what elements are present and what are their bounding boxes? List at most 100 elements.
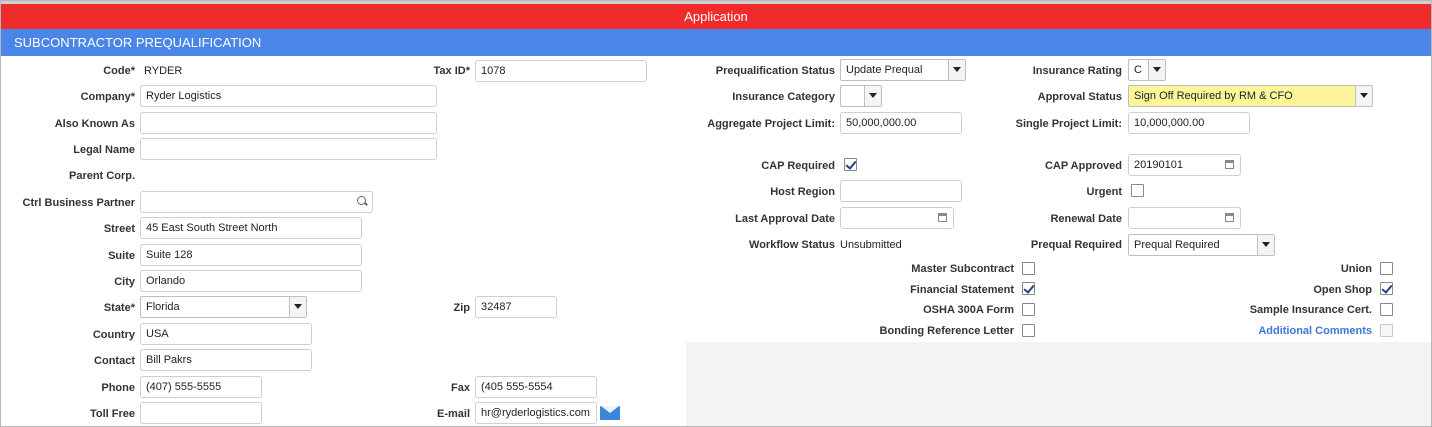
prequal-required-value: Prequal Required [1134, 239, 1220, 251]
aggregate-limit-label: Aggregate Project Limit: [707, 118, 835, 130]
toll-free-input[interactable] [140, 402, 262, 424]
osha-form-checkbox[interactable] [1022, 303, 1035, 316]
bonding-letter-label: Bonding Reference Letter [879, 325, 1014, 337]
sample-insurance-checkbox[interactable] [1380, 303, 1393, 316]
host-region-input[interactable] [840, 180, 962, 202]
tax-id-label: Tax ID* [433, 65, 470, 77]
parent-corp-label: Parent Corp. [68, 170, 135, 182]
company-label: Company* [80, 91, 135, 103]
cap-approved-input[interactable]: 20190101 [1128, 154, 1241, 176]
phone-input[interactable] [140, 376, 262, 398]
email-label: E-mail [436, 408, 470, 420]
state-value: Florida [146, 301, 180, 313]
chevron-down-icon[interactable] [289, 297, 306, 317]
aka-label: Also Known As [54, 118, 135, 130]
country-input[interactable] [140, 323, 312, 345]
renewal-date-input[interactable] [1128, 207, 1241, 229]
chevron-down-icon[interactable] [1355, 86, 1372, 106]
phone-label: Phone [101, 382, 135, 394]
prequal-required-select[interactable]: Prequal Required [1128, 234, 1275, 256]
calendar-icon[interactable] [1225, 160, 1234, 169]
single-limit-label: Single Project Limit: [1015, 118, 1122, 130]
workflow-status-label: Workflow Status [749, 239, 835, 251]
urgent-label: Urgent [1086, 186, 1122, 198]
insurance-category-select[interactable] [840, 85, 882, 107]
search-icon[interactable] [357, 196, 366, 205]
city-input[interactable] [140, 270, 362, 292]
bonding-letter-checkbox[interactable] [1022, 324, 1035, 337]
code-value: RYDER [144, 65, 183, 77]
envelope-icon[interactable] [600, 406, 620, 420]
financial-statement-label: Financial Statement [910, 284, 1014, 296]
prequal-window: Application SUBCONTRACTOR PREQUALIFICATI… [0, 0, 1432, 427]
union-label: Union [1340, 263, 1372, 275]
cap-required-checkbox[interactable] [844, 158, 857, 171]
city-label: City [114, 276, 135, 288]
master-subcontract-label: Master Subcontract [911, 263, 1014, 275]
app-title: Application [684, 9, 748, 24]
app-title-bar: Application [1, 4, 1431, 29]
prequal-status-value: Update Prequal [846, 64, 923, 76]
country-label: Country [92, 329, 135, 341]
last-approval-date-input[interactable] [840, 207, 954, 229]
urgent-checkbox[interactable] [1131, 184, 1144, 197]
toll-free-label: Toll Free [89, 408, 135, 420]
empty-panel-area [686, 342, 1431, 426]
single-limit-input[interactable] [1128, 112, 1250, 134]
additional-comments-link[interactable]: Additional Comments [1258, 324, 1372, 338]
cap-approved-value: 20190101 [1134, 159, 1183, 171]
chevron-down-icon[interactable] [864, 86, 881, 106]
zip-label: Zip [453, 302, 471, 314]
section-title: SUBCONTRACTOR PREQUALIFICATION [14, 35, 262, 50]
contact-label: Contact [94, 355, 135, 367]
last-approval-date-label: Last Approval Date [735, 213, 835, 225]
email-input[interactable] [475, 402, 597, 424]
street-label: Street [103, 223, 135, 235]
workflow-status-value: Unsubmitted [840, 239, 902, 251]
aggregate-limit-input[interactable] [840, 112, 962, 134]
open-shop-checkbox[interactable] [1380, 282, 1393, 295]
chevron-down-icon[interactable] [1148, 60, 1165, 80]
ctrl-business-partner-label: Ctrl Business Partner [22, 197, 135, 209]
insurance-rating-value: C [1134, 64, 1142, 76]
code-label: Code* [103, 65, 135, 77]
insurance-category-label: Insurance Category [732, 91, 835, 103]
approval-status-value: Sign Off Required by RM & CFO [1134, 90, 1293, 102]
calendar-icon[interactable] [1225, 213, 1234, 222]
host-region-label: Host Region [770, 186, 835, 198]
prequal-required-label: Prequal Required [1030, 239, 1122, 251]
prequal-status-select[interactable]: Update Prequal [840, 59, 966, 81]
fax-input[interactable] [475, 376, 597, 398]
approval-status-label: Approval Status [1037, 91, 1122, 103]
suite-input[interactable] [140, 244, 362, 266]
legal-name-input[interactable] [140, 138, 437, 160]
calendar-icon[interactable] [938, 213, 947, 222]
approval-status-select[interactable]: Sign Off Required by RM & CFO [1128, 85, 1373, 107]
legal-name-label: Legal Name [73, 144, 135, 156]
cap-required-label: CAP Required [761, 160, 835, 172]
ctrl-business-partner-input[interactable] [140, 191, 373, 213]
contact-input[interactable] [140, 349, 312, 371]
form-body: Code* RYDER Tax ID* Company* Also Known … [1, 56, 1431, 426]
additional-comments-checkbox[interactable] [1380, 324, 1393, 337]
open-shop-label: Open Shop [1313, 284, 1372, 296]
chevron-down-icon[interactable] [1257, 235, 1274, 255]
tax-id-input[interactable] [475, 60, 647, 82]
osha-form-label: OSHA 300A Form [923, 304, 1014, 316]
union-checkbox[interactable] [1380, 262, 1393, 275]
state-label: State* [103, 302, 135, 314]
aka-input[interactable] [140, 112, 437, 134]
sample-insurance-label: Sample Insurance Cert. [1249, 304, 1372, 316]
fax-label: Fax [451, 382, 470, 394]
master-subcontract-checkbox[interactable] [1022, 262, 1035, 275]
prequal-status-label: Prequalification Status [715, 65, 835, 77]
company-input[interactable] [140, 85, 437, 107]
suite-label: Suite [108, 250, 135, 262]
insurance-rating-select[interactable]: C [1128, 59, 1166, 81]
state-select[interactable]: Florida [140, 296, 307, 318]
chevron-down-icon[interactable] [948, 60, 965, 80]
street-input[interactable] [140, 217, 362, 239]
cap-approved-label: CAP Approved [1044, 160, 1122, 172]
financial-statement-checkbox[interactable] [1022, 282, 1035, 295]
zip-input[interactable] [475, 296, 557, 318]
